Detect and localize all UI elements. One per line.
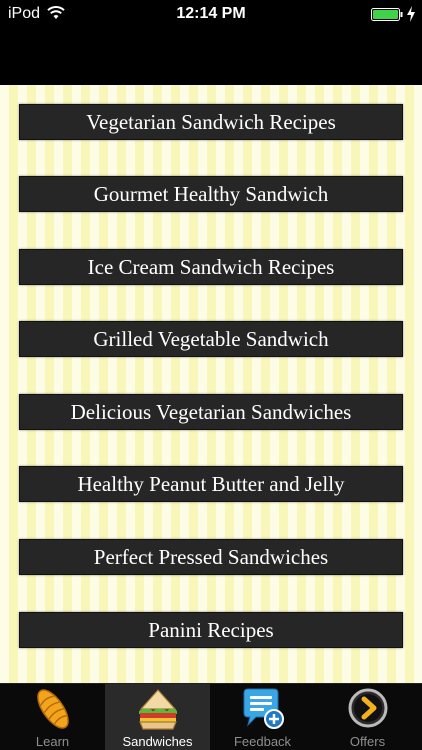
menu-item-delicious-vegetarian-sandwiches[interactable]: Delicious Vegetarian Sandwiches	[19, 394, 403, 430]
feedback-bubble-icon	[243, 688, 284, 729]
battery-icon	[371, 8, 403, 21]
tab-feedback[interactable]: Feedback	[210, 684, 315, 750]
tab-sandwiches[interactable]: Sandwiches	[105, 684, 210, 750]
tab-label-learn: Learn	[35, 734, 70, 749]
tab-label-sandwiches: Sandwiches	[122, 734, 193, 749]
tab-learn[interactable]: Learn	[0, 684, 105, 750]
menu-item-healthy-peanut-butter-and-jelly[interactable]: Healthy Peanut Butter and Jelly	[19, 466, 403, 502]
menu-item-panini-recipes[interactable]: Panini Recipes	[19, 612, 403, 648]
tab-bar: Learn Sandwiches Feedback Offers	[0, 683, 422, 750]
tab-offers[interactable]: Offers	[315, 684, 420, 750]
menu-item-ice-cream-sandwich-recipes[interactable]: Ice Cream Sandwich Recipes	[19, 249, 403, 285]
sandwich-icon	[139, 689, 177, 730]
menu-item-gourmet-healthy-sandwich[interactable]: Gourmet Healthy Sandwich	[19, 176, 403, 212]
menu-item-grilled-vegetable-sandwich[interactable]: Grilled Vegetable Sandwich	[19, 321, 403, 357]
menu-item-perfect-pressed-sandwiches[interactable]: Perfect Pressed Sandwiches	[19, 539, 403, 575]
charging-bolt-icon	[407, 6, 415, 22]
tab-label-offers: Offers	[349, 734, 386, 749]
recipe-list: Vegetarian Sandwich Recipes Gourmet Heal…	[0, 85, 422, 683]
bread-icon	[37, 689, 69, 729]
status-bar: iPod 12:14 PM	[0, 0, 422, 30]
status-time: 12:14 PM	[176, 5, 246, 22]
nav-header	[0, 30, 422, 85]
menu-item-vegetarian-sandwich-recipes[interactable]: Vegetarian Sandwich Recipes	[19, 104, 403, 140]
tab-label-feedback: Feedback	[233, 734, 292, 749]
chevron-right-circle-icon	[348, 688, 388, 728]
